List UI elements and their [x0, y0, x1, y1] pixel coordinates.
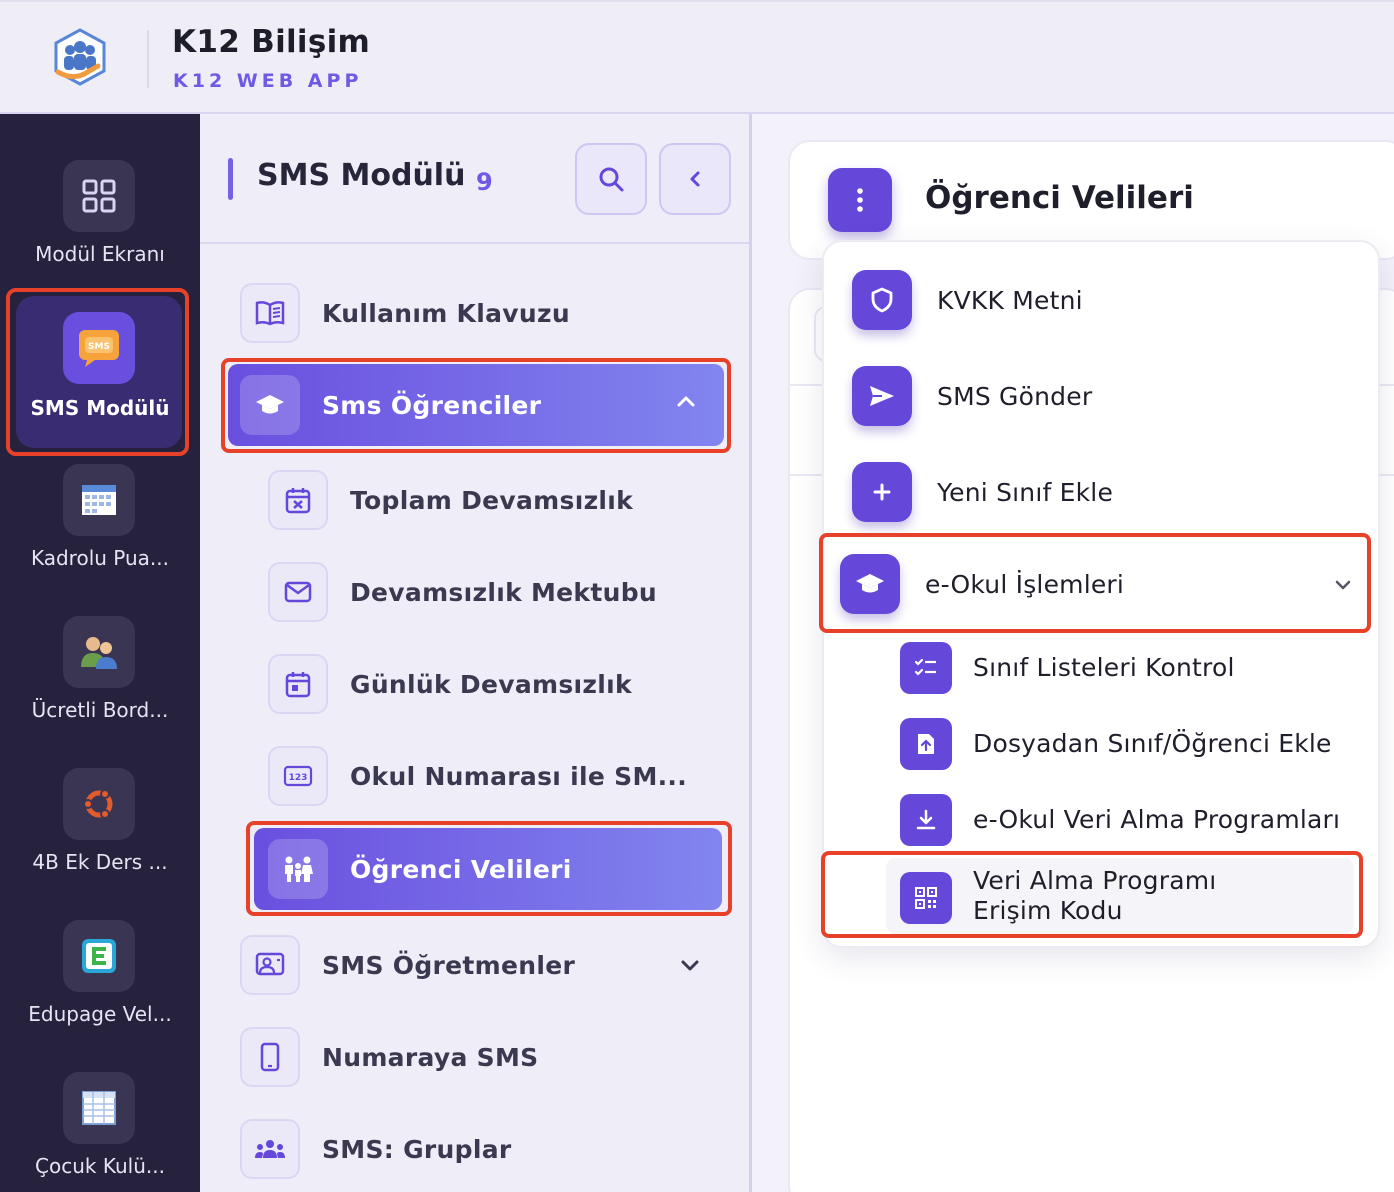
- header-divider: [147, 30, 149, 88]
- menu-item-kullanim-klavuzu[interactable]: Kullanım Klavuzu: [240, 273, 730, 353]
- ubuntu-icon: [63, 768, 135, 840]
- menu-item-sms-gruplar[interactable]: SMS: Gruplar: [240, 1109, 730, 1189]
- calendar-sheet-icon: [63, 464, 135, 536]
- checklist-icon: [900, 642, 952, 694]
- app-title: K12 Bilişim: [172, 24, 371, 60]
- graduation-cap-icon: [840, 554, 900, 614]
- menu-item-numaraya-sms[interactable]: Numaraya SMS: [240, 1017, 730, 1097]
- dropdown-item-label: SMS Gönder: [937, 381, 1093, 411]
- panel-divider: [200, 242, 749, 244]
- menu-item-label: Toplam Devamsızlık: [350, 485, 634, 515]
- rail-item-ucretli[interactable]: Ücretli Bord...: [0, 616, 200, 766]
- book-icon: [240, 283, 300, 343]
- module-rail: Modül Ekranı SMS SMS Modülü Kadrolu Pua.…: [0, 114, 200, 1192]
- dropdown-item-label: KVKK Metni: [937, 285, 1083, 315]
- send-icon: [852, 366, 912, 426]
- panel-item-count: 9: [476, 168, 493, 196]
- menu-item-label: SMS: Gruplar: [322, 1134, 512, 1164]
- rail-label: Ücretli Bord...: [31, 698, 169, 722]
- dropdown-item-label: Veri Alma Programı Erişim Kodu: [973, 866, 1217, 925]
- rail-item-kadrolu[interactable]: Kadrolu Pua...: [0, 464, 200, 614]
- rail-label: Modül Ekranı: [35, 242, 165, 266]
- menu-item-label: Devamsızlık Mektubu: [350, 577, 657, 607]
- menu-item-toplam-devamsizlik[interactable]: Toplam Devamsızlık: [268, 460, 728, 540]
- shield-icon: [852, 270, 912, 330]
- dropdown-item-label: Sınıf Listeleri Kontrol: [973, 653, 1235, 682]
- sms-menu-panel: SMS Modülü 9 Kullanım Klavuzu Sms Öğrenc…: [200, 114, 752, 1192]
- svg-text:SMS: SMS: [88, 342, 110, 352]
- dropdown-item-yeni-sinif-ekle[interactable]: Yeni Sınıf Ekle: [852, 462, 1113, 522]
- dropdown-item-label: Yeni Sınıf Ekle: [937, 477, 1114, 507]
- group-icon: [240, 1119, 300, 1179]
- numbers-123-icon: 123: [268, 746, 328, 806]
- menu-item-sms-ogrenciler[interactable]: Sms Öğrenciler: [228, 364, 724, 446]
- actions-menu-button[interactable]: [828, 168, 892, 232]
- svg-text:123: 123: [289, 773, 308, 783]
- rail-item-edupage[interactable]: Edupage Vel...: [0, 920, 200, 1070]
- chevron-left-icon: [690, 171, 700, 187]
- rail-label: Edupage Vel...: [28, 1002, 172, 1026]
- phone-icon: [240, 1027, 300, 1087]
- dropdown-item-e-okul-islemleri[interactable]: e-Okul İşlemleri: [840, 554, 1356, 614]
- panel-title: SMS Modülü: [257, 158, 466, 193]
- menu-item-okul-numarasi[interactable]: 123 Okul Numarası ile SM...: [268, 736, 728, 816]
- panel-title-accent: [228, 158, 233, 200]
- family-icon: [268, 839, 328, 899]
- menu-item-gunluk-devamsizlik[interactable]: Günlük Devamsızlık: [268, 644, 728, 724]
- chevron-down-icon: [1335, 580, 1351, 590]
- dropdown-item-e-okul-veri-alma-programlari[interactable]: e-Okul Veri Alma Programları: [900, 794, 1340, 846]
- menu-item-label: SMS Öğretmenler: [322, 950, 576, 980]
- menu-item-label: Sms Öğrenciler: [322, 390, 542, 420]
- download-icon: [900, 794, 952, 846]
- rail-item-cocuk-kulubu[interactable]: Çocuk Kulü...: [0, 1072, 200, 1192]
- plus-icon: [852, 462, 912, 522]
- dropdown-item-kvkk-metni[interactable]: KVKK Metni: [852, 270, 1083, 330]
- envelope-icon: [268, 562, 328, 622]
- menu-item-label: Öğrenci Velileri: [350, 854, 572, 884]
- rail-label: Kadrolu Pua...: [30, 546, 170, 570]
- graduation-cap-icon: [240, 375, 300, 435]
- rail-item-sms-modulu[interactable]: SMS SMS Modülü: [0, 296, 200, 446]
- calendar-day-icon: [268, 654, 328, 714]
- app-subtitle: K12 WEB APP: [173, 70, 363, 92]
- rail-label: SMS Modülü: [30, 396, 170, 420]
- search-button[interactable]: [575, 143, 647, 215]
- spreadsheet-icon: [63, 1072, 135, 1144]
- grid-icon: [63, 160, 135, 232]
- menu-item-label: Kullanım Klavuzu: [322, 298, 570, 328]
- dropdown-item-label: Dosyadan Sınıf/Öğrenci Ekle: [973, 729, 1332, 758]
- k12-logo-icon: [54, 28, 106, 86]
- menu-item-sms-ogretmenler[interactable]: SMS Öğretmenler: [240, 925, 730, 1005]
- edupage-icon: [63, 920, 135, 992]
- menu-item-label: Okul Numarası ile SM...: [350, 761, 688, 791]
- rail-item-modul-ekrani[interactable]: Modül Ekranı: [0, 114, 200, 266]
- menu-item-label: Günlük Devamsızlık: [350, 669, 632, 699]
- dropdown-item-label: e-Okul İşlemleri: [925, 569, 1125, 599]
- sms-icon: SMS: [63, 312, 135, 384]
- kebab-menu-icon: [857, 188, 863, 212]
- rail-label: 4B Ek Ders ...: [32, 850, 168, 874]
- app-header: K12 Bilişim K12 WEB APP: [0, 0, 1394, 114]
- file-upload-icon: [900, 718, 952, 770]
- qr-code-icon: [900, 872, 952, 924]
- dropdown-item-dosyadan-sinif-ogrenci-ekle[interactable]: Dosyadan Sınıf/Öğrenci Ekle: [900, 718, 1332, 770]
- dropdown-item-label: e-Okul Veri Alma Programları: [973, 805, 1341, 834]
- rail-item-4b-ek-ders[interactable]: 4B Ek Ders ...: [0, 768, 200, 918]
- dropdown-item-sms-gonder[interactable]: SMS Gönder: [852, 366, 1092, 426]
- menu-item-label: Numaraya SMS: [322, 1042, 539, 1072]
- page-title: Öğrenci Velileri: [925, 180, 1194, 216]
- calendar-x-icon: [268, 470, 328, 530]
- collapse-panel-button[interactable]: [659, 143, 731, 215]
- menu-item-ogrenci-velileri[interactable]: Öğrenci Velileri: [254, 828, 722, 910]
- dropdown-item-sinif-listeleri-kontrol[interactable]: Sınıf Listeleri Kontrol: [900, 642, 1235, 694]
- rail-label: Çocuk Kulü...: [35, 1154, 165, 1178]
- dropdown-item-veri-alma-programi-erisim-kodu[interactable]: Veri Alma Programı Erişim Kodu: [900, 866, 1303, 926]
- chevron-down-icon: [681, 960, 699, 971]
- search-icon: [599, 167, 624, 192]
- menu-item-devamsizlik-mektubu[interactable]: Devamsızlık Mektubu: [268, 552, 728, 632]
- users-icon: [63, 616, 135, 688]
- teacher-icon: [240, 935, 300, 995]
- chevron-up-icon: [677, 396, 695, 407]
